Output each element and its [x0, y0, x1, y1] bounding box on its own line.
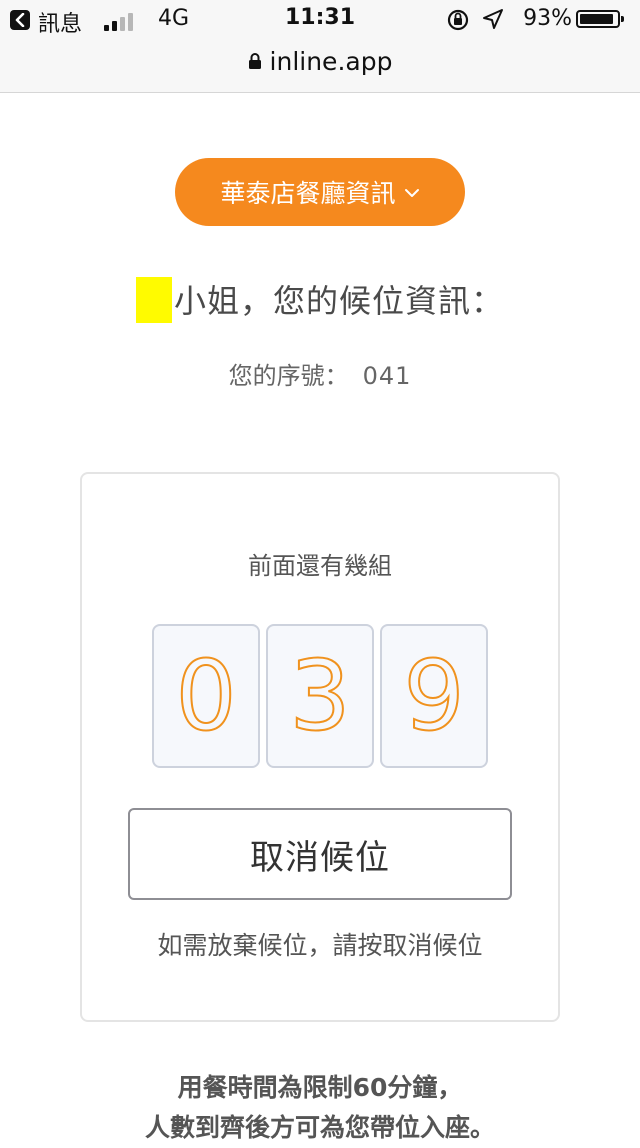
- chevron-down-icon: [404, 189, 419, 197]
- dining-notice: 用餐時間為限制60分鐘， 人數到齊後方可為您帶位入座。: [0, 1068, 640, 1148]
- restaurant-info-label: 華泰店餐廳資訊: [220, 179, 396, 208]
- notice-line-2: 人數到齊後方可為您帶位入座。: [144, 1113, 495, 1142]
- restaurant-info-button[interactable]: 華泰店餐廳資訊: [175, 158, 465, 226]
- counter-digit: 9: [380, 624, 488, 768]
- counter-digit: 3: [266, 624, 374, 768]
- battery-percent: 93%: [523, 6, 572, 31]
- battery-icon: [576, 10, 624, 28]
- cancel-hint: 如需放棄候位，請按取消候位: [157, 931, 483, 960]
- greeting-heading: 小姐，您的候位資訊：: [0, 276, 640, 326]
- address-bar[interactable]: inline.app: [0, 40, 640, 82]
- location-arrow-icon: [483, 9, 503, 29]
- counter-digit: 0: [152, 624, 260, 768]
- redacted-name: [135, 277, 172, 323]
- greeting-text: 小姐，您的候位資訊：: [173, 282, 504, 320]
- cancel-waitlist-button[interactable]: 取消候位: [128, 808, 512, 900]
- groups-ahead-counter: 0 3 9: [152, 624, 492, 770]
- notice-line-1: 用餐時間為限制60分鐘，: [177, 1073, 463, 1102]
- serial-info: 您的序號： 041: [0, 358, 640, 394]
- serial-label: 您的序號：: [228, 362, 349, 390]
- serial-number: 041: [362, 362, 412, 390]
- rotation-lock-icon: [447, 9, 469, 31]
- queue-status-card: 前面還有幾組 0 3 9 取消候位 如需放棄候位，請按取消候位: [80, 472, 560, 1022]
- status-bar: 訊息 4G 11:31 93%: [0, 0, 640, 40]
- url-text: inline.app: [269, 46, 393, 76]
- groups-ahead-label: 前面還有幾組: [248, 552, 392, 580]
- lock-icon: [248, 53, 261, 69]
- browser-top-bar: 訊息 4G 11:31 93% inline.app: [0, 0, 640, 93]
